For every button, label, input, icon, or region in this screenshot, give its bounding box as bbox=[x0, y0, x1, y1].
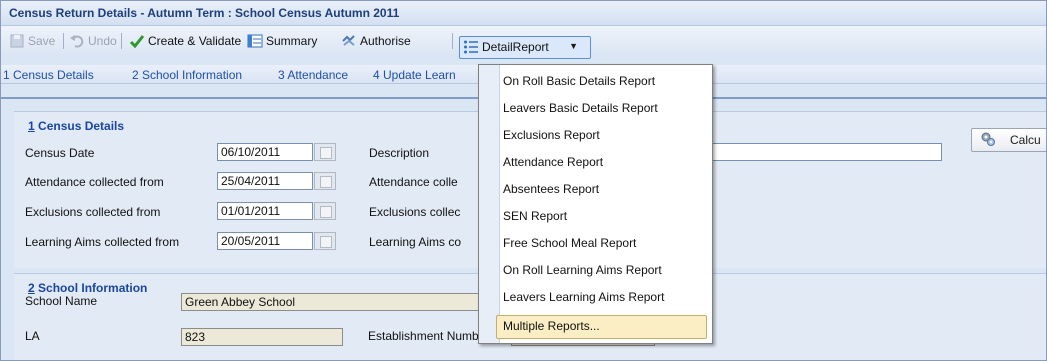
toolbar-divider bbox=[121, 33, 122, 49]
summary-label: Summary bbox=[266, 34, 318, 48]
learning-aims-from-label: Learning Aims collected from bbox=[25, 235, 180, 249]
exclusions-from-label: Exclusions collected from bbox=[25, 205, 161, 219]
exclusions-to-label: Exclusions collec bbox=[369, 205, 461, 219]
checkmark-icon bbox=[129, 35, 145, 49]
menu-item-on-roll-basic-details[interactable]: On Roll Basic Details Report bbox=[503, 74, 655, 88]
description-label: Description bbox=[369, 146, 430, 160]
toolbar-divider bbox=[63, 33, 64, 49]
learning-aims-from-input[interactable]: 20/05/2011 bbox=[217, 232, 313, 250]
census-details-heading: 1 Census Details bbox=[28, 119, 125, 133]
menu-item-multiple-reports[interactable]: Multiple Reports... bbox=[496, 315, 707, 339]
school-name-label: School Name bbox=[25, 294, 98, 308]
gear-icon bbox=[981, 132, 995, 146]
authorise-icon bbox=[342, 35, 355, 46]
menu-item-sen-report[interactable]: SEN Report bbox=[503, 209, 567, 223]
detail-report-dropdown-button[interactable]: DetailReport ▼ bbox=[459, 36, 591, 59]
attendance-from-label: Attendance collected from bbox=[25, 175, 164, 189]
exclusions-from-input[interactable]: 01/01/2011 bbox=[217, 202, 313, 220]
nav-school-information[interactable]: 2 School Information bbox=[132, 68, 242, 82]
attendance-from-input[interactable]: 25/04/2011 bbox=[217, 172, 313, 190]
summary-button[interactable]: Summary bbox=[247, 32, 317, 50]
detail-report-menu: On Roll Basic Details Report Leavers Bas… bbox=[478, 64, 713, 344]
save-button[interactable]: Save bbox=[9, 32, 55, 50]
nav-update-learning[interactable]: 4 Update Learn bbox=[373, 68, 456, 82]
chevron-down-icon: ▼ bbox=[569, 41, 578, 51]
calendar-icon[interactable] bbox=[314, 202, 336, 220]
undo-button[interactable]: Undo bbox=[69, 32, 117, 50]
authorise-label: Authorise bbox=[360, 34, 411, 48]
la-field: 823 bbox=[181, 328, 343, 346]
calculate-button[interactable]: Calcu bbox=[971, 128, 1046, 152]
la-label: LA bbox=[25, 329, 40, 343]
menu-item-exclusions-report[interactable]: Exclusions Report bbox=[503, 128, 600, 142]
calendar-icon[interactable] bbox=[314, 143, 336, 161]
menu-gutter bbox=[479, 65, 500, 343]
calculate-label: Calcu bbox=[1010, 133, 1041, 147]
school-name-field: Green Abbey School bbox=[181, 293, 481, 311]
attendance-to-label: Attendance colle bbox=[369, 175, 458, 189]
multiple-reports-label: Multiple Reports... bbox=[503, 319, 600, 333]
menu-item-on-roll-learning-aims[interactable]: On Roll Learning Aims Report bbox=[503, 263, 662, 277]
save-label: Save bbox=[28, 34, 56, 48]
menu-item-absentees-report[interactable]: Absentees Report bbox=[503, 182, 599, 196]
menu-item-free-school-meal-report[interactable]: Free School Meal Report bbox=[503, 236, 636, 250]
toolbar-divider bbox=[452, 33, 453, 49]
title-bar: Census Return Details - Autumn Term : Sc… bbox=[1, 1, 1046, 26]
nav-attendance[interactable]: 3 Attendance bbox=[278, 68, 348, 82]
school-information-heading: 2 School Information bbox=[28, 281, 148, 295]
undo-icon bbox=[70, 35, 84, 48]
create-validate-button[interactable]: Create & Validate bbox=[129, 32, 241, 50]
learning-aims-to-label: Learning Aims co bbox=[369, 235, 462, 249]
census-date-label: Census Date bbox=[25, 146, 95, 160]
save-icon bbox=[10, 34, 24, 48]
menu-item-leavers-basic-details[interactable]: Leavers Basic Details Report bbox=[503, 101, 658, 115]
nav-census-details[interactable]: 1 Census Details bbox=[3, 68, 94, 82]
menu-item-attendance-report[interactable]: Attendance Report bbox=[503, 155, 603, 169]
create-validate-label: Create & Validate bbox=[148, 34, 242, 48]
detail-report-label: DetailReport bbox=[482, 40, 549, 54]
calendar-icon[interactable] bbox=[314, 232, 336, 250]
summary-icon bbox=[247, 34, 263, 48]
description-input[interactable] bbox=[704, 143, 942, 161]
calendar-icon[interactable] bbox=[314, 172, 336, 190]
menu-item-leavers-learning-aims[interactable]: Leavers Learning Aims Report bbox=[503, 290, 664, 304]
undo-label: Undo bbox=[88, 34, 117, 48]
list-icon bbox=[464, 40, 478, 54]
establishment-number-label: Establishment Number bbox=[368, 329, 490, 343]
window-title: Census Return Details - Autumn Term : Sc… bbox=[9, 6, 400, 20]
census-date-input[interactable]: 06/10/2011 bbox=[217, 143, 313, 161]
census-return-window: Census Return Details - Autumn Term : Sc… bbox=[0, 0, 1047, 361]
authorise-button[interactable]: Authorise bbox=[341, 32, 411, 50]
